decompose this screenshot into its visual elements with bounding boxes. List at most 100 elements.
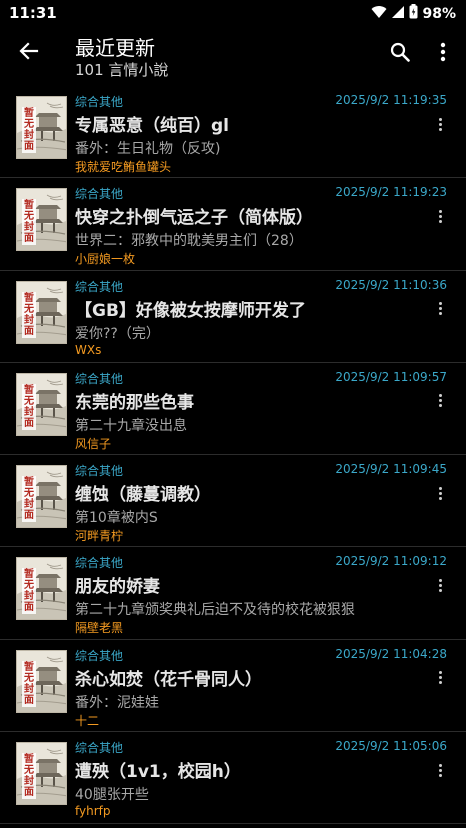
book-list-item[interactable]: 暂无封面 综合其他 2025/9/2 11:10:36 【GB】好像被女按摩师开… [0, 271, 466, 363]
back-arrow-icon [19, 41, 39, 65]
battery-icon [409, 4, 418, 23]
book-category: 综合其他 [75, 556, 124, 571]
book-latest-chapter: 第二十九章没出息 [75, 417, 187, 434]
more-vert-icon-dot [438, 312, 442, 316]
item-more-button[interactable] [432, 391, 448, 411]
page-title: 最近更新 [75, 36, 155, 60]
book-cover: 暂无封面 [16, 742, 67, 806]
more-vert-icon [438, 671, 442, 675]
more-vert-icon [438, 763, 442, 767]
cover-placeholder-text: 暂无封面 [22, 199, 36, 246]
book-title: 快穿之扑倒气运之子（简体版） [75, 208, 313, 229]
book-cover: 暂无封面 [16, 372, 67, 436]
book-update-time: 2025/9/2 11:09:57 [335, 369, 447, 384]
more-vert-icon-dot [438, 773, 442, 777]
book-category: 综合其他 [75, 371, 124, 386]
more-vert-icon-dot [438, 583, 442, 587]
book-list-item[interactable]: 暂无封面 综合其他 2025/9/2 11:19:23 快穿之扑倒气运之子（简体… [0, 178, 466, 271]
book-cover: 暂无封面 [16, 188, 67, 252]
search-icon [390, 42, 410, 66]
cover-placeholder-text: 暂无封面 [22, 383, 36, 430]
signal-icon [391, 4, 405, 23]
book-category: 综合其他 [75, 464, 124, 479]
book-list-item[interactable]: 暂无封面 综合其他 2025/9/2 11:09:57 东莞的那些色事 第二十九… [0, 363, 466, 456]
book-list-item[interactable]: 暂无封面 综合其他 2025/9/2 11:09:12 朋友的娇妻 第二十九章颁… [0, 547, 466, 640]
book-category: 综合其他 [75, 187, 124, 202]
more-vert-icon-dot [438, 588, 442, 592]
cover-placeholder-text: 暂无封面 [22, 291, 36, 338]
status-icons: 98% [371, 4, 456, 23]
book-author: 十二 [75, 713, 100, 728]
book-title: 专属恶意（纯百）gl [75, 116, 229, 136]
book-category: 综合其他 [75, 95, 124, 109]
cover-placeholder-text: 暂无封面 [22, 476, 36, 523]
book-title: 朋友的娇妻 [75, 577, 160, 598]
book-list-item[interactable]: 暂无封面 综合其他 2025/9/2 11:04:28 杀心如焚（花千骨同人） … [0, 640, 466, 733]
cover-placeholder-text: 暂无封面 [22, 107, 36, 153]
item-more-button[interactable] [432, 114, 448, 134]
book-latest-chapter: 番外：生日礼物（反攻) [75, 141, 221, 157]
book-author: 我就爱吃鲔鱼罐头 [75, 160, 172, 174]
more-vert-icon-dot [438, 307, 442, 311]
book-cover: 暂无封面 [16, 649, 67, 713]
overflow-menu-button[interactable] [430, 40, 456, 68]
status-time: 11:31 [9, 4, 57, 22]
book-latest-chapter: 第10章被内S [75, 510, 158, 527]
item-more-button[interactable] [432, 575, 448, 595]
book-update-time: 2025/9/2 11:04:28 [335, 646, 447, 661]
book-title: 杀心如焚（花千骨同人） [75, 669, 262, 690]
more-vert-icon [438, 117, 442, 121]
item-more-button[interactable] [432, 483, 448, 503]
book-update-time: 2025/9/2 11:10:36 [335, 277, 447, 292]
more-vert-icon [440, 42, 446, 66]
more-vert-icon-dot [438, 219, 442, 223]
book-latest-chapter: 第二十九章颁奖典礼后迫不及待的校花被狠狠 [75, 602, 355, 619]
item-more-button[interactable] [432, 760, 448, 780]
book-update-time: 2025/9/2 11:09:12 [335, 554, 447, 569]
item-more-button[interactable] [432, 206, 448, 226]
more-vert-icon-dot [438, 681, 442, 685]
book-list-item[interactable]: 暂无封面 综合其他 2025/9/2 11:05:06 遭殃（1v1，校园h） … [0, 732, 466, 825]
book-title: 遭殃（1v1，校园h） [75, 762, 241, 783]
book-latest-chapter: 爱你??（完） [75, 325, 160, 342]
book-category: 综合其他 [75, 648, 124, 663]
book-update-time: 2025/9/2 11:19:23 [335, 185, 447, 200]
book-category: 综合其他 [75, 741, 124, 756]
item-more-button[interactable] [432, 299, 448, 319]
book-latest-chapter: 40腿张开些 [75, 787, 149, 804]
back-button[interactable] [12, 36, 46, 70]
book-category: 综合其他 [75, 279, 124, 294]
book-author: 河畔青柠 [75, 529, 124, 544]
book-title: 【GB】好像被女按摩师开发了 [75, 300, 306, 321]
cover-placeholder-text: 暂无封面 [22, 753, 36, 800]
search-button[interactable] [386, 40, 414, 68]
more-vert-icon [438, 394, 442, 398]
item-more-button[interactable] [432, 668, 448, 688]
cover-placeholder-text: 暂无封面 [22, 660, 36, 707]
book-list-item[interactable]: 暂无封面 综合其他 2025/9/2 11:09:45 缠蚀（藤蔓调教） 第10… [0, 455, 466, 548]
more-vert-icon-dot [438, 768, 442, 772]
more-vert-icon-dot [438, 399, 442, 403]
more-vert-icon-dot [438, 127, 442, 131]
more-vert-icon-dot [438, 496, 442, 500]
battery-percent: 98% [422, 5, 456, 22]
app-bar: 最近更新 101 言情小說 [0, 26, 466, 84]
book-author: fyhrfp [75, 804, 111, 819]
book-title: 东莞的那些色事 [75, 392, 194, 413]
more-vert-icon [438, 302, 442, 306]
book-cover: 暂无封面 [16, 465, 67, 529]
more-vert-icon-dot [438, 214, 442, 218]
book-list-item[interactable]: 暂无封面 综合其他 2025/9/2 11:19:35 专属恶意（纯百）gl 番… [0, 86, 466, 179]
page-subtitle: 101 言情小說 [75, 61, 169, 79]
more-vert-icon [438, 578, 442, 582]
more-vert-icon-dot [438, 491, 442, 495]
status-bar: 11:31 98% [0, 0, 466, 26]
book-cover: 暂无封面 [16, 557, 67, 621]
book-author: 隔壁老黑 [75, 621, 124, 636]
book-latest-chapter: 番外：泥娃娃 [75, 694, 159, 711]
book-update-time: 2025/9/2 11:09:45 [335, 462, 447, 477]
more-vert-icon-dot [438, 122, 442, 126]
more-vert-icon [438, 209, 442, 213]
book-update-time: 2025/9/2 11:05:06 [335, 739, 447, 754]
book-update-time: 2025/9/2 11:19:35 [335, 93, 447, 107]
